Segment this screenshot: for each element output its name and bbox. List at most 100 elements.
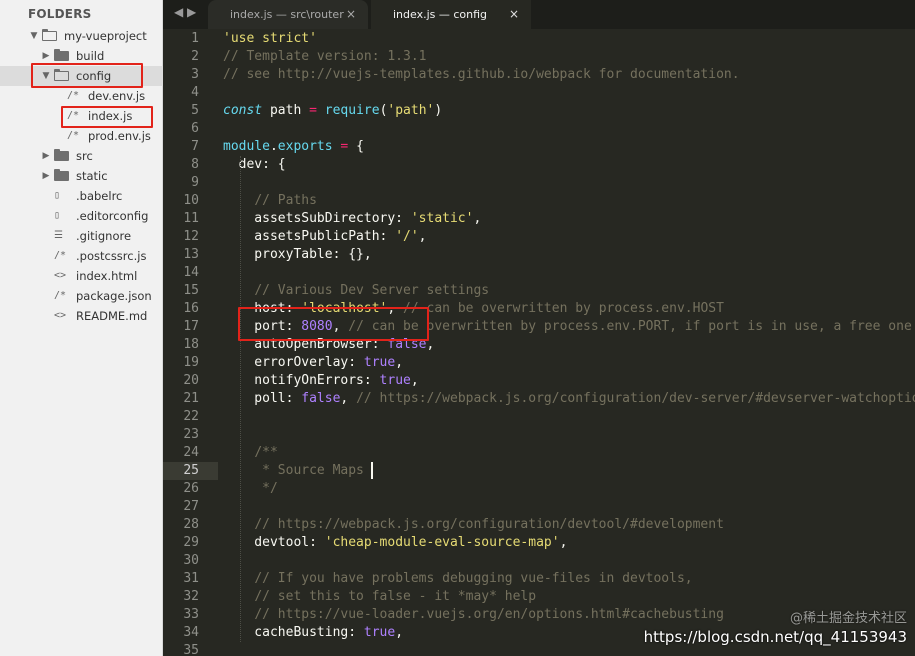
chevron-right-icon[interactable]: ▶ [40,146,52,166]
code-token: host: [223,301,302,316]
code-token: , [426,337,435,352]
tree-item[interactable]: ▼ config [0,66,163,86]
line-number: 22 [183,409,199,424]
code-token: ) [434,103,443,118]
file-icon: ▯ [54,190,61,201]
tree-item-label: src [76,149,93,163]
tree-item[interactable]: ☰ .gitignore [0,226,163,246]
line-number: 25 [183,463,199,478]
code-token: path [262,103,310,118]
code-token: // set this to false - it *may* help [254,589,537,604]
file-icon: ▯ [54,210,61,221]
code-token: port: [223,319,302,334]
code-line: 24 /** [163,444,915,462]
tab-label: index.js — src\router [230,8,344,21]
code-token: , [340,391,357,406]
code-token: true [363,355,396,370]
code-token: // If you have problems debugging vue-fi… [254,571,693,586]
code-line: 6 [163,120,915,138]
file-icon: /* [67,110,80,121]
line-number: 3 [191,67,199,82]
folder-open-icon [42,29,57,41]
line-number: 6 [191,121,199,136]
chevron-down-icon[interactable]: ▼ [28,26,40,46]
code-token: , [387,301,404,316]
code-token: // https://webpack.js.org/configuration/… [254,517,724,532]
tab-config-index[interactable]: index.js — config × [371,0,531,29]
code-line: 20 notifyOnErrors: true, [163,372,915,390]
line-code: autoOpenBrowser: false, [223,336,434,354]
line-number: 16 [183,301,199,316]
close-icon[interactable]: × [346,7,356,21]
code-token: // can be overwritten by process.env.HOS… [403,301,724,316]
folders-title: FOLDERS [28,7,92,21]
line-number: 15 [183,283,199,298]
line-number: 13 [183,247,199,262]
code-line: 31 // If you have problems debugging vue… [163,570,915,588]
code-token: , [559,535,568,550]
tree-item[interactable]: ▶ build [0,46,163,66]
tree-item[interactable]: ▶ src [0,146,163,166]
chevron-right-icon[interactable]: ▶ [40,46,52,66]
tree-item-label: .postcssrc.js [76,249,147,263]
code-line: 30 [163,552,915,570]
tree-item[interactable]: <> index.html [0,266,163,286]
line-code: port: 8080, // can be overwritten by pro… [223,318,915,336]
line-number: 4 [191,85,199,100]
line-code: const path = require('path') [223,102,442,120]
code-token: false [387,337,427,352]
code-editor[interactable]: 1 'use strict' 2 // Template version: 1.3.1… [163,29,915,656]
tree-item[interactable]: /* dev.env.js [0,86,163,106]
tree-item[interactable]: ▶ static [0,166,163,186]
tree-item[interactable]: /* prod.env.js [0,126,163,146]
nav-back-icon[interactable]: ◀ [174,5,183,19]
code-line: 5 const path = require('path') [163,102,915,120]
chevron-right-icon[interactable]: ▶ [40,166,52,186]
code-token: notifyOnErrors: [223,373,380,388]
line-code: * Source Maps [223,462,364,480]
code-token: true [379,373,411,388]
line-code: poll: false, // https://webpack.js.org/c… [223,390,915,408]
tree-item[interactable]: /* .postcssrc.js [0,246,163,266]
code-line: 28 // https://webpack.js.org/configurati… [163,516,915,534]
nav-forward-icon[interactable]: ▶ [187,5,196,19]
code-token: poll: [223,391,302,406]
line-number: 2 [191,49,199,64]
close-icon[interactable]: × [509,7,519,21]
line-number: 30 [183,553,199,568]
tree-item[interactable]: ▯ .babelrc [0,186,163,206]
code-token: 'path' [387,103,435,118]
code-token: // Template version: 1.3.1 [223,49,427,64]
watermark-line1: @稀土掘金技术社区 [789,611,907,626]
code-line: 18 autoOpenBrowser: false, [163,336,915,354]
tree-item[interactable]: ▼ my-vueproject [0,26,163,46]
line-number: 23 [183,427,199,442]
code-token: assetsPublicPath: [223,229,396,244]
tree-item[interactable]: ▯ .editorconfig [0,206,163,226]
line-number: 28 [183,517,199,532]
code-token: // can be overwritten by process.env.POR… [348,319,912,334]
code-line: 8 dev: { [163,156,915,174]
code-token: , [410,373,419,388]
line-number: 12 [183,229,199,244]
tree-item[interactable]: /* package.json [0,286,163,306]
chevron-down-icon[interactable]: ▼ [40,66,52,86]
tree-item-label: prod.env.js [88,129,151,143]
code-token: 'static' [410,211,474,226]
tree-item[interactable]: /* index.js [0,106,163,126]
code-token: , [332,319,349,334]
tab-label: index.js — config [393,8,488,21]
text-caret [371,462,373,479]
code-line: 13 proxyTable: {}, [163,246,915,264]
folder-open-icon [54,69,69,81]
tree-item[interactable]: <> README.md [0,306,163,326]
tab-router-index[interactable]: index.js — src\router × [208,0,368,29]
file-icon: <> [54,310,67,321]
